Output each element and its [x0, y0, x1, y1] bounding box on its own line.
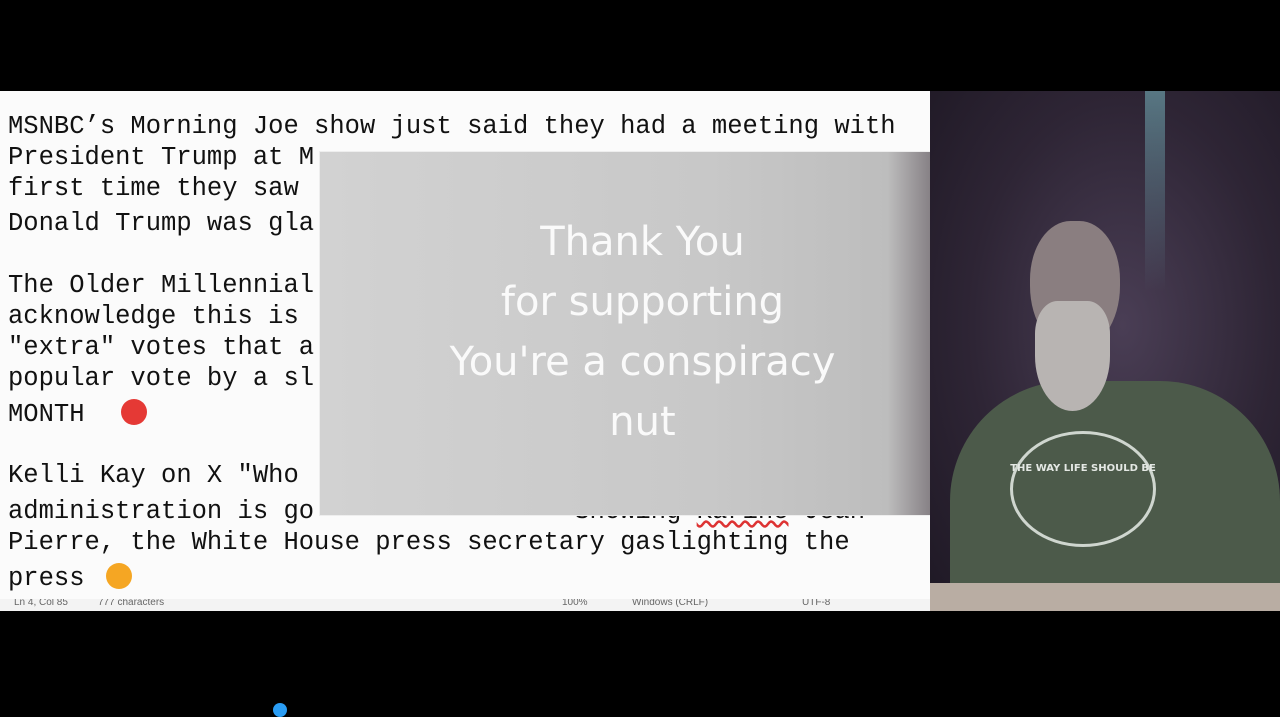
angry-face-icon [121, 399, 148, 425]
zoom-level: 100% [562, 599, 588, 608]
encoding: UTF-8 [802, 599, 831, 608]
shirt-logo [1010, 431, 1156, 547]
overlay-line: You're a conspiracy [449, 339, 836, 385]
text-line: acknowledge this is [8, 302, 299, 331]
text-line: President Trump at M [8, 143, 315, 172]
text-line: Pierre, the White House press secretary … [8, 528, 850, 557]
thank-you-overlay: Thank You for supporting You're a conspi… [319, 151, 966, 516]
text-line: popular vote by a sl [8, 364, 315, 393]
overlay-line: Thank You [540, 219, 745, 265]
webcam-feed: THE WAY LIFE SHOULD BE [930, 91, 1280, 611]
text-line: press [8, 563, 132, 594]
overlay-line: nut [609, 399, 676, 445]
text-line: first time they saw [8, 174, 299, 203]
character-count: 777 characters [98, 599, 165, 608]
cursor-position: Ln 4, Col 85 [14, 599, 68, 608]
background-light [1145, 91, 1165, 291]
status-bar: Ln 4, Col 85 777 characters 100% Windows… [0, 599, 930, 611]
text-line: The Older Millennial [8, 271, 315, 300]
text-line: Donald Trump was gla [8, 209, 315, 238]
text-segment: press [8, 564, 85, 593]
text-line: Kelli Kay on X "Who [8, 461, 299, 490]
cursor-dot-icon [273, 703, 287, 717]
text-line: "extra" votes that a [8, 333, 315, 362]
text-segment: administration is go [8, 497, 315, 526]
line-ending: Windows (CRLF) [632, 599, 709, 608]
shirt-text: THE WAY LIFE SHOULD BE [1010, 463, 1156, 474]
dizzy-face-icon [105, 563, 132, 589]
text-segment: MONTH [8, 400, 85, 429]
text-line: MSNBC’s Morning Joe show just said they … [8, 112, 896, 141]
overlay-line: for supporting [500, 279, 785, 325]
person-beard [1035, 301, 1110, 411]
text-line: MONTH [8, 399, 148, 430]
desk [930, 583, 1280, 611]
